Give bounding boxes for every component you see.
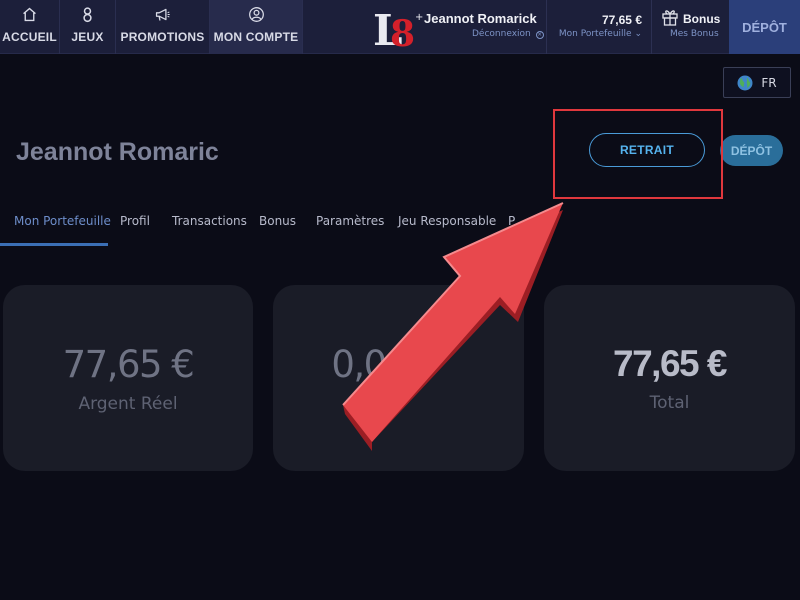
- nav-item-label: ACCUEIL: [2, 30, 57, 44]
- user-icon: [248, 7, 264, 22]
- depot-header-button[interactable]: DÉPÔT: [729, 0, 800, 54]
- divider: [546, 0, 547, 54]
- tab-bonus[interactable]: Bonus: [259, 214, 296, 228]
- balance-card-argent-reel: 77,65 € Argent Réel: [3, 285, 253, 471]
- chevron-down-icon: ⌄: [634, 29, 642, 39]
- card-value: 0,0: [331, 342, 387, 386]
- bonus-title[interactable]: Bonus: [683, 12, 720, 26]
- svg-text:+: +: [415, 12, 423, 23]
- megaphone-icon: [155, 8, 170, 21]
- highlight-box: [553, 109, 723, 199]
- user-name: Jeannot Romarick: [424, 11, 537, 26]
- account-tabs: Mon Portefeuille Profil Transactions Bon…: [0, 200, 800, 246]
- nav-item-accueil[interactable]: ACCUEIL: [0, 0, 60, 54]
- card-label: Argent Réel: [78, 393, 178, 414]
- active-tab-indicator: [0, 243, 108, 246]
- nav-item-mon-compte[interactable]: MON COMPTE: [210, 0, 303, 54]
- l8-logo[interactable]: L 8 +: [370, 6, 428, 48]
- wallet-link-label: Mon Portefeuille: [558, 29, 632, 39]
- depot-button[interactable]: DÉPÔT: [720, 135, 783, 166]
- tab-jeu-responsable[interactable]: Jeu Responsable: [398, 214, 496, 228]
- divider: [651, 0, 652, 54]
- tab-profil[interactable]: Profil: [120, 214, 150, 228]
- nav-item-label: MON COMPTE: [213, 30, 299, 44]
- wallet-link[interactable]: Mon Portefeuille ⌄: [556, 29, 642, 39]
- tab-transactions[interactable]: Transactions: [172, 214, 247, 228]
- card-value: 77,65 €: [62, 342, 195, 386]
- top-navigation-bar: ACCUEIL JEUX PROMOTIONS MON COMPTE L 8 +…: [0, 0, 800, 54]
- close-icon: ×: [535, 31, 544, 39]
- card-value: 77,65 €: [613, 343, 727, 384]
- logout-label: Déconnexion: [472, 29, 531, 39]
- balance-card-bonus: 0,0 s: [273, 285, 524, 471]
- tab-parametres[interactable]: Paramètres: [316, 214, 384, 228]
- language-selector[interactable]: FR: [723, 67, 791, 98]
- page-title: Jeannot Romaric: [16, 138, 219, 166]
- globe-icon: [737, 75, 753, 90]
- nav-item-promotions[interactable]: PROMOTIONS: [116, 0, 210, 54]
- tab-mon-portefeuille[interactable]: Mon Portefeuille: [14, 214, 111, 228]
- balance-card-total: 77,65 € Total: [544, 285, 795, 471]
- card-label: Total: [649, 393, 690, 413]
- gift-icon: [662, 10, 678, 26]
- svg-text:8: 8: [390, 13, 415, 48]
- nav-item-label: JEUX: [71, 30, 104, 44]
- language-code: FR: [761, 75, 777, 90]
- eight-icon: [83, 7, 92, 23]
- nav-item-label: PROMOTIONS: [120, 30, 205, 44]
- logout-link[interactable]: Déconnexion ×: [472, 29, 544, 39]
- tab-partial[interactable]: P: [508, 214, 515, 228]
- bonus-link[interactable]: Mes Bonus: [670, 29, 719, 39]
- wallet-balance: 77,65 €: [601, 13, 642, 27]
- home-icon: [23, 7, 36, 22]
- card-label: s: [389, 393, 398, 414]
- nav-item-jeux[interactable]: JEUX: [60, 0, 116, 54]
